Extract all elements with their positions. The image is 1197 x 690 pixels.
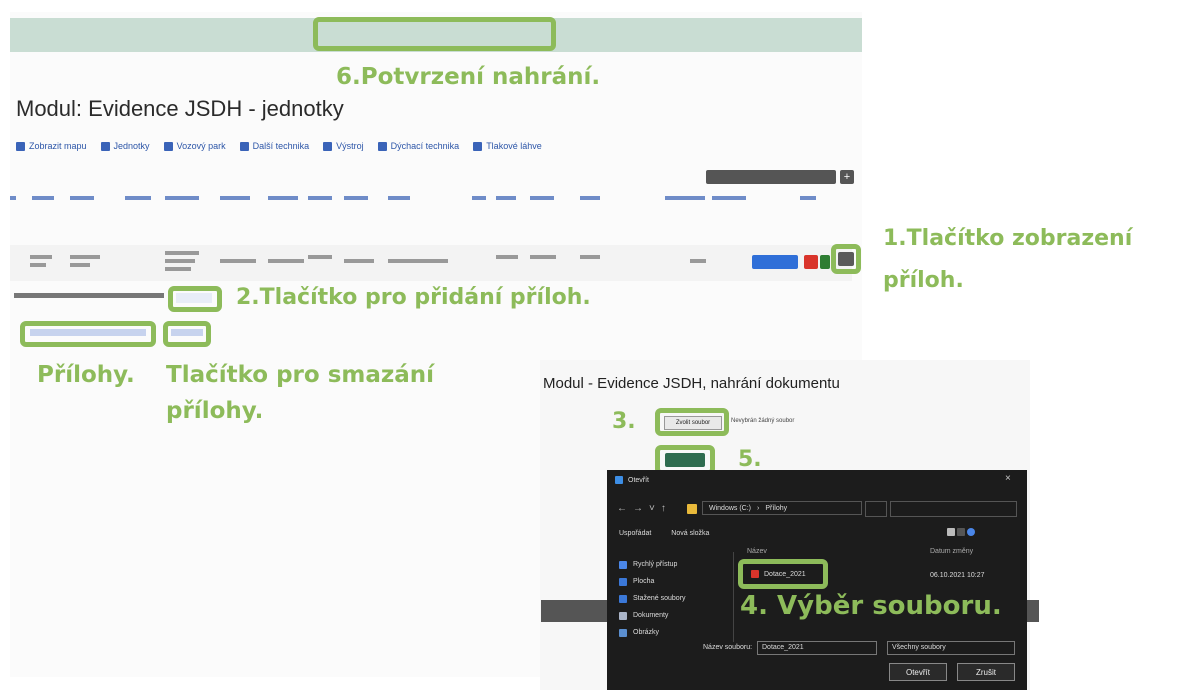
annotation-1-line2: příloh.	[883, 268, 964, 293]
open-button[interactable]: Otevřít	[889, 663, 947, 681]
sidebar-item-documents[interactable]: Dokumenty	[607, 607, 725, 624]
cancel-button[interactable]: Zrušit	[957, 663, 1015, 681]
module-toolbar: Zobrazit mapu Jednotky Vozový park Další…	[16, 136, 656, 156]
edit-button[interactable]	[752, 255, 798, 269]
table-icon	[163, 141, 173, 151]
delete-icon[interactable]	[804, 255, 818, 269]
new-folder-button[interactable]: Nová složka	[671, 530, 709, 537]
folder-icon	[687, 504, 697, 514]
toolbar-bottles[interactable]: Tlakové láhve	[473, 141, 542, 151]
toolbar-gear[interactable]: Výstroj	[323, 141, 364, 151]
column-name[interactable]: Název	[747, 548, 767, 555]
dialog-title: Otevřít	[628, 476, 650, 484]
add-icon[interactable]: +	[840, 170, 854, 184]
refresh-icon[interactable]	[865, 501, 887, 517]
annotation-6: 6.Potvrzení nahrání.	[336, 64, 601, 90]
attachment-file-link[interactable]	[30, 329, 146, 336]
annotation-2: 2.Tlačítko pro přidání příloh.	[236, 285, 591, 310]
attachments-caption	[14, 293, 164, 298]
filename-input[interactable]: Dotace_2021	[757, 641, 877, 655]
print-icon[interactable]	[820, 255, 830, 269]
add-attachment-button[interactable]	[176, 293, 212, 303]
annotation-4: 4. Výběr souboru.	[740, 591, 1002, 621]
nav-arrows-icon[interactable]: ←→˅↑	[617, 503, 672, 514]
toolbar-units[interactable]: Jednotky	[100, 141, 150, 151]
file-date: 06.10.2021 10:27	[930, 572, 985, 579]
path-bar[interactable]: Windows (C:) › Přílohy	[702, 501, 862, 515]
filetype-select[interactable]: Všechny soubory	[887, 641, 1015, 655]
page-title: Modul: Evidence JSDH - jednotky	[16, 96, 344, 121]
attachment-icon[interactable]	[838, 252, 854, 266]
no-file-text: Nevybrán žádný soubor	[731, 418, 795, 424]
nav-sidebar: Rychlý přístup Plocha Stažené soubory Do…	[607, 556, 725, 641]
file-selection-highlight	[738, 559, 828, 589]
upload-title: Modul - Evidence JSDH, nahrání dokumentu	[543, 375, 840, 392]
toolbar-vehicles[interactable]: Vozový park	[163, 141, 226, 151]
annotation-attachments: Přílohy.	[37, 362, 135, 388]
column-date[interactable]: Datum změny	[930, 548, 973, 555]
table-icon	[323, 141, 333, 151]
view-icons[interactable]	[947, 528, 1007, 538]
table-icon	[377, 141, 387, 151]
banner-highlight	[313, 17, 556, 51]
sidebar-item-pictures[interactable]: Obrázky	[607, 624, 725, 641]
table-row	[10, 245, 852, 281]
annotation-delete-line1: Tlačítko pro smazání	[166, 362, 435, 388]
search-input[interactable]	[890, 501, 1017, 517]
table-header	[10, 192, 852, 214]
map-icon	[16, 141, 25, 151]
toolbar-equipment[interactable]: Další technika	[239, 141, 309, 151]
filename-label: Název souboru:	[703, 644, 753, 651]
export-button[interactable]	[706, 170, 836, 184]
delete-attachment-link[interactable]	[171, 329, 203, 336]
table-icon	[473, 141, 483, 151]
annotation-3: 3.	[612, 409, 636, 434]
organize-button[interactable]: Uspořádat	[619, 530, 651, 537]
sidebar-item-desktop[interactable]: Plocha	[607, 573, 725, 590]
close-icon[interactable]: ×	[1005, 473, 1011, 484]
annotation-1-line1: 1.Tlačítko zobrazení	[883, 226, 1133, 251]
sidebar-divider	[733, 552, 734, 642]
chrome-icon	[615, 476, 623, 484]
annotation-delete-line2: přílohy.	[166, 398, 264, 424]
sidebar-item-downloads[interactable]: Stažené soubory	[607, 590, 725, 607]
table-icon	[100, 141, 110, 151]
toolbar-breathing[interactable]: Dýchací technika	[377, 141, 459, 151]
table-icon	[239, 141, 249, 151]
annotation-5: 5.	[738, 447, 762, 472]
toolbar-map[interactable]: Zobrazit mapu	[16, 141, 87, 151]
upload-button[interactable]	[665, 453, 705, 467]
sidebar-item-quick-access[interactable]: Rychlý přístup	[607, 556, 725, 573]
choose-file-button[interactable]: Zvolit soubor	[664, 416, 722, 430]
